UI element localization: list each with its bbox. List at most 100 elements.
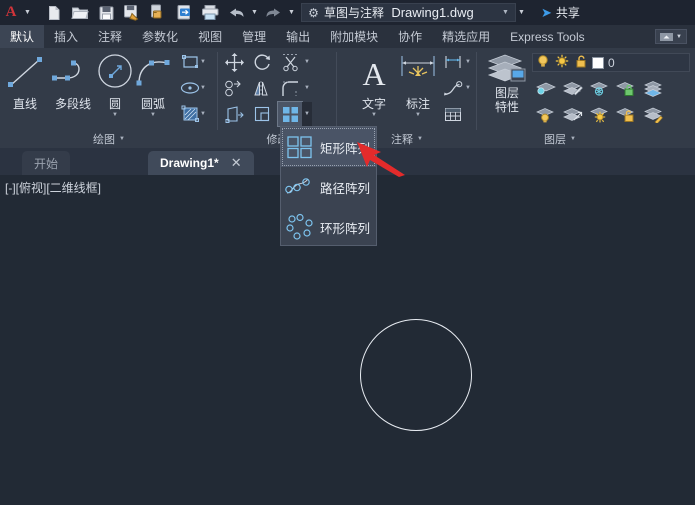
dimension-dropdown-small-icon[interactable]: ▼: [463, 50, 473, 74]
workspace-selector[interactable]: ⚙ 草图与注释 ▼: [301, 3, 516, 22]
chevron-down-icon[interactable]: ▼: [502, 9, 511, 16]
line-button[interactable]: 直线: [2, 50, 48, 112]
application-menu-icon[interactable]: A: [0, 0, 22, 25]
layer-off-icon[interactable]: [533, 102, 557, 126]
current-layer-control[interactable]: 0: [532, 53, 690, 72]
array-icon[interactable]: [277, 101, 303, 127]
text-dropdown-icon[interactable]: ▼: [371, 112, 377, 119]
layer-merge-icon[interactable]: [641, 76, 665, 100]
layer-color-swatch[interactable]: [592, 56, 604, 69]
stretch-icon[interactable]: [222, 102, 246, 126]
rectangular-array-icon: [287, 136, 312, 159]
close-icon[interactable]: ✕: [231, 155, 242, 171]
layer-match-icon[interactable]: [641, 102, 665, 126]
layer-isolate-icon[interactable]: [533, 76, 557, 100]
path-array-icon: [285, 178, 310, 194]
viewport-label[interactable]: [-][俯视][二维线框]: [5, 179, 101, 196]
red-arrow-annotation: [355, 136, 409, 183]
chevron-down-icon: ▼: [570, 136, 576, 142]
tab-express-tools[interactable]: Express Tools: [500, 25, 594, 48]
dimension-dropdown-icon[interactable]: ▼: [415, 112, 421, 119]
undo-icon[interactable]: [223, 0, 249, 25]
print-icon[interactable]: [197, 0, 223, 25]
ellipse-dropdown-icon[interactable]: ▼: [198, 76, 208, 100]
tab-addins[interactable]: 附加模块: [320, 25, 388, 48]
tab-annotate[interactable]: 注释: [88, 25, 132, 48]
polar-array-icon: [286, 213, 313, 240]
tab-featured-apps[interactable]: 精选应用: [432, 25, 500, 48]
plot-preview-icon[interactable]: [145, 0, 171, 25]
dimension-linear-icon[interactable]: [441, 50, 465, 74]
move-icon[interactable]: [222, 50, 246, 74]
tab-bar-spacer: [595, 25, 655, 48]
line-icon: [4, 50, 46, 94]
table-icon[interactable]: [441, 102, 465, 126]
polyline-icon: [49, 50, 97, 94]
redo-icon[interactable]: [260, 0, 286, 25]
menu-item-polar-array[interactable]: 环形阵列: [281, 207, 376, 247]
chevron-down-icon: ▼: [676, 33, 682, 40]
text-button[interactable]: A 文字 ▼: [351, 50, 397, 119]
share-button[interactable]: ➤ 共享: [541, 0, 580, 25]
arc-button[interactable]: 圆弧 ▼: [130, 50, 176, 119]
arc-dropdown-icon[interactable]: ▼: [150, 112, 156, 119]
layer-freeze-tool-icon[interactable]: [587, 76, 611, 100]
fillet-icon[interactable]: [278, 76, 302, 100]
drawn-circle[interactable]: [360, 319, 472, 431]
array-dropdown-icon[interactable]: ▼: [302, 102, 312, 126]
tab-default[interactable]: 默认: [0, 25, 45, 48]
minimize-ribbon-button[interactable]: ▼: [655, 29, 687, 44]
layer-unlock-icon[interactable]: [571, 54, 590, 71]
autocad-window: A ▼ ▼ ▼ ⚙ 草图与注释 ▼ ▼ ➤ 共享 Drawing1.dwg 默认…: [0, 0, 695, 505]
tab-insert[interactable]: 插入: [44, 25, 88, 48]
rectangle-dropdown-icon[interactable]: ▼: [198, 50, 208, 74]
panel-title-draw[interactable]: 绘图 ▼: [0, 131, 218, 147]
tab-collaborate[interactable]: 协作: [388, 25, 432, 48]
undo-dropdown-icon[interactable]: ▼: [249, 0, 260, 25]
layer-on-icon[interactable]: [533, 54, 552, 71]
dimension-button[interactable]: 标注 ▼: [395, 50, 441, 119]
share-label: 共享: [555, 6, 580, 20]
document-tab-drawing1[interactable]: Drawing1* ✕: [148, 151, 254, 175]
hatch-dropdown-icon[interactable]: ▼: [198, 102, 208, 126]
document-tab-start[interactable]: 开始: [22, 151, 71, 175]
svg-text:A: A: [362, 56, 385, 92]
line-label: 直线: [12, 97, 37, 111]
mirror-icon[interactable]: [250, 76, 274, 100]
layer-edit-icon[interactable]: [560, 76, 584, 100]
panel-title-layers[interactable]: 图层 ▼: [451, 131, 669, 147]
layer-freeze-icon[interactable]: [552, 54, 571, 71]
quick-access-dropdown-icon[interactable]: ▼: [22, 0, 33, 25]
leader-icon[interactable]: [441, 76, 465, 100]
rotate-icon[interactable]: [250, 50, 274, 74]
circle-dropdown-icon[interactable]: ▼: [112, 112, 118, 119]
leader-dropdown-icon[interactable]: ▼: [463, 76, 473, 100]
layer-turn-on-icon[interactable]: [587, 102, 611, 126]
save-as-icon[interactable]: [119, 0, 145, 25]
tab-parametric[interactable]: 参数化: [132, 25, 188, 48]
trim-icon[interactable]: [278, 50, 302, 74]
tab-view[interactable]: 视图: [188, 25, 232, 48]
tab-output[interactable]: 输出: [276, 25, 320, 48]
title-bar: A ▼ ▼ ▼ ⚙ 草图与注释 ▼ ▼ ➤ 共享 Drawing1.dwg: [0, 0, 695, 25]
new-file-icon[interactable]: [41, 0, 67, 25]
redo-dropdown-icon[interactable]: ▼: [286, 0, 297, 25]
layer-unlock-tool-icon[interactable]: [614, 102, 638, 126]
fillet-dropdown-icon[interactable]: ▼: [302, 76, 312, 100]
share-icon: ➤: [540, 4, 552, 20]
export-icon[interactable]: [171, 0, 197, 25]
panel-title-layers-label: 图层: [544, 134, 567, 146]
polyline-label: 多段线: [54, 97, 91, 111]
save-icon[interactable]: [93, 0, 119, 25]
tab-manage[interactable]: 管理: [232, 25, 276, 48]
open-file-icon[interactable]: [67, 0, 93, 25]
copy-icon[interactable]: [222, 76, 246, 100]
arc-label: 圆弧: [140, 97, 165, 111]
layer-lock-tool-icon[interactable]: [614, 76, 638, 100]
scale-icon[interactable]: [250, 102, 274, 126]
trim-dropdown-icon[interactable]: ▼: [302, 50, 312, 74]
layer-properties-label-1: 图层: [494, 86, 519, 100]
layer-properties-button[interactable]: 图层 特性: [483, 52, 531, 114]
workspace-more-icon[interactable]: ▼: [516, 0, 527, 25]
layer-make-current-icon[interactable]: [560, 102, 584, 126]
